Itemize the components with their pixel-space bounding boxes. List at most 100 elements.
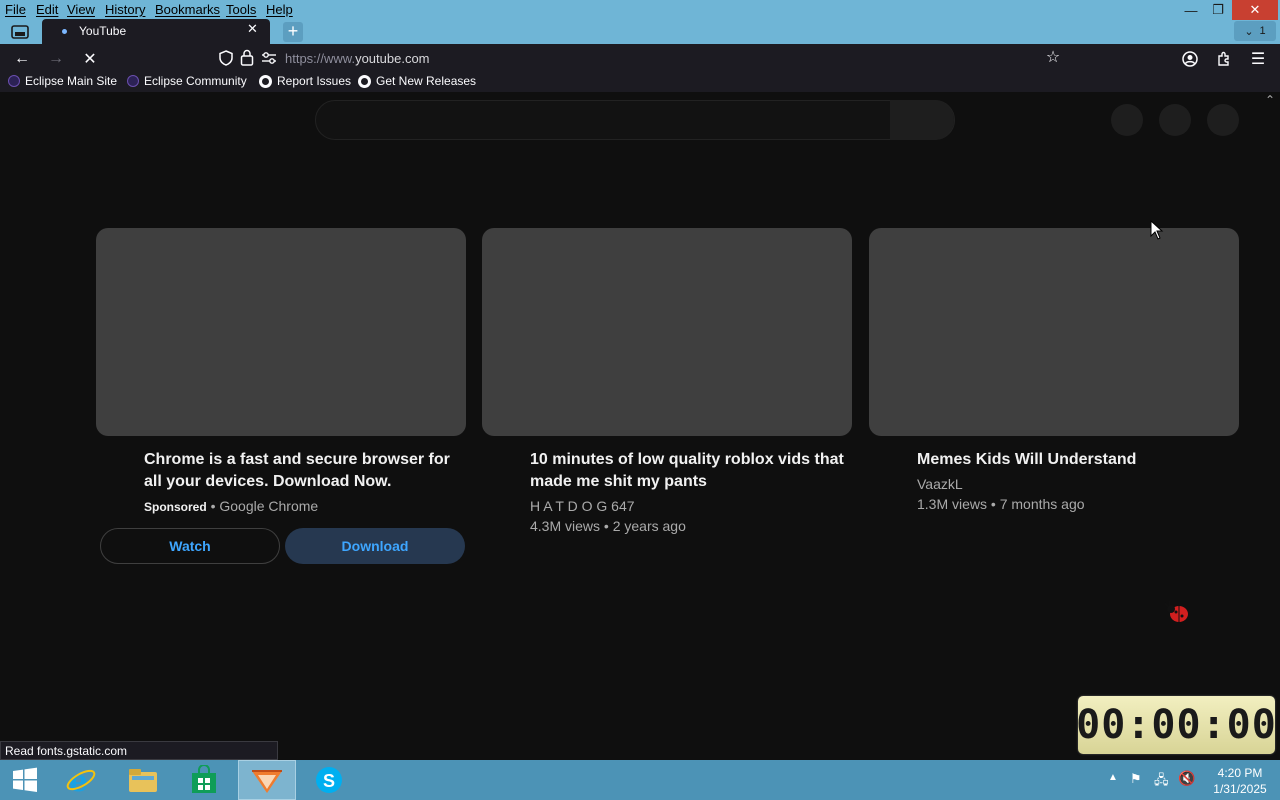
restore-button[interactable]: ❐	[1204, 0, 1232, 20]
taskbar: e S ▲ ⚑ 🖧 🔇 4:20 PM 1/31/2025	[0, 760, 1280, 800]
desktop-clock-widget[interactable]: 00:00:00	[1076, 696, 1276, 754]
video-thumbnail[interactable]	[869, 228, 1239, 436]
url-host: youtube.com	[355, 51, 430, 66]
permissions-icon[interactable]	[261, 51, 277, 65]
video-meta: 1.3M views • 7 months ago	[917, 496, 1085, 512]
video-title[interactable]: Memes Kids Will Understand	[917, 449, 1237, 471]
forward-button[interactable]: →	[44, 48, 68, 70]
taskbar-browser[interactable]	[238, 760, 296, 800]
video-title[interactable]: 10 minutes of low quality roblox vids th…	[530, 449, 850, 493]
menu-bookmarks[interactable]: Bookmarks	[155, 2, 220, 17]
menu-history[interactable]: History	[105, 2, 145, 17]
action-center-flag-icon[interactable]: ⚑	[1130, 771, 1142, 787]
watch-button[interactable]: Watch	[100, 528, 280, 564]
eclipse-icon	[127, 75, 139, 87]
minimize-icon: —	[1184, 2, 1198, 18]
network-icon[interactable]: 🖧	[1154, 771, 1169, 793]
ladybug-icon	[1164, 600, 1188, 622]
hamburger-icon: ☰	[1250, 51, 1266, 68]
internet-explorer-icon: e	[66, 764, 96, 796]
eclipse-icon	[8, 75, 20, 87]
bookmark-eclipse-community[interactable]: Eclipse Community	[127, 74, 247, 88]
restore-icon: ❐	[1212, 2, 1224, 17]
navigation-toolbar: ← → ✕ https://www.youtube.com ☆ ☰	[0, 44, 1280, 72]
menu-edit[interactable]: Edit	[36, 2, 58, 17]
back-button[interactable]: ←	[10, 48, 34, 70]
arrow-left-icon: ←	[14, 50, 30, 67]
bookmark-eclipse-main[interactable]: Eclipse Main Site	[8, 74, 117, 88]
stop-icon: ✕	[83, 51, 97, 68]
account-button[interactable]	[1178, 48, 1202, 70]
svg-text:S: S	[323, 771, 335, 791]
menu-view[interactable]: View	[67, 2, 95, 17]
ad-meta: Sponsored • Google Chrome	[144, 498, 319, 514]
url-bar[interactable]: https://www.youtube.com ☆	[210, 46, 1070, 70]
tray-date: 1/31/2025	[1213, 782, 1267, 796]
download-button[interactable]: Download	[285, 528, 465, 564]
video-channel[interactable]: H A T D O G 647	[530, 496, 635, 516]
account-icon	[1182, 51, 1198, 67]
folder-icon	[129, 769, 157, 792]
video-meta: 4.3M views • 2 years ago	[530, 518, 686, 534]
github-icon	[259, 74, 272, 88]
volume-muted-icon[interactable]: 🔇	[1178, 770, 1195, 787]
new-tab-button[interactable]: +	[283, 22, 303, 42]
sponsored-label: Sponsored	[144, 500, 207, 514]
menu-help[interactable]: Help	[266, 2, 293, 17]
taskbar-file-explorer[interactable]	[114, 760, 172, 800]
menu-tools[interactable]: Tools	[226, 2, 256, 17]
search-button-placeholder	[890, 100, 954, 140]
taskbar-skype[interactable]: S	[300, 760, 358, 800]
taskbar-store[interactable]	[175, 760, 233, 800]
start-button[interactable]	[0, 760, 50, 800]
bookmark-report-issues[interactable]: Report Issues	[259, 74, 351, 88]
window-titlebar: File Edit View History Bookmarks Tools H…	[0, 0, 1280, 44]
video-channel[interactable]: VaazkL	[917, 474, 963, 494]
tab-loading-icon	[62, 29, 67, 34]
puzzle-icon	[1218, 51, 1229, 66]
tray-time: 4:20 PM	[1217, 766, 1263, 780]
url-text[interactable]: https://www.youtube.com	[285, 51, 430, 66]
tab-youtube[interactable]: YouTube ✕	[42, 19, 270, 44]
skype-icon: S	[316, 767, 342, 793]
header-icon-placeholder	[1159, 104, 1191, 136]
browser-app-icon	[252, 770, 282, 793]
ad-title[interactable]: Chrome is a fast and secure browser for …	[144, 449, 454, 493]
extensions-button[interactable]	[1212, 48, 1236, 70]
tray-clock[interactable]: 4:20 PM 1/31/2025	[1208, 765, 1272, 797]
video-thumbnail-ad[interactable]	[96, 228, 466, 436]
lock-icon[interactable]	[240, 49, 254, 66]
tab-title: YouTube	[79, 24, 127, 38]
shield-icon[interactable]	[218, 50, 234, 66]
url-scheme: https://www.	[285, 51, 356, 66]
chevron-down-icon: ⌄	[1244, 25, 1254, 38]
firefox-view-button[interactable]	[5, 21, 35, 43]
close-window-button[interactable]: ✕	[1232, 0, 1278, 20]
github-icon	[358, 74, 371, 88]
tab-close-icon[interactable]: ✕	[247, 21, 258, 37]
avatar-placeholder	[1207, 104, 1239, 136]
mouse-cursor-icon	[1150, 220, 1164, 240]
ad-channel: Google Chrome	[219, 498, 319, 514]
plus-icon: +	[287, 21, 299, 41]
tab-list-button[interactable]: ⌄ 1	[1234, 21, 1276, 41]
menu-file[interactable]: File	[5, 2, 26, 17]
firefox-view-icon	[11, 25, 29, 39]
scroll-up-icon[interactable]: ⌃	[1265, 93, 1275, 107]
stop-button[interactable]: ✕	[78, 48, 102, 70]
bookmark-star-button[interactable]: ☆	[1041, 46, 1065, 68]
tab-count: 1	[1259, 25, 1266, 37]
tray-overflow-icon[interactable]: ▲	[1108, 772, 1118, 783]
status-panel: Read fonts.gstatic.com	[0, 741, 278, 760]
bookmark-get-new-releases[interactable]: Get New Releases	[358, 74, 476, 88]
header-icon-placeholder	[1111, 104, 1143, 136]
bookmarks-toolbar: Eclipse Main Site Eclipse Community Repo…	[0, 72, 1280, 92]
close-icon: ✕	[1249, 2, 1261, 17]
minimize-button[interactable]: —	[1178, 0, 1204, 20]
app-menu-button[interactable]: ☰	[1246, 48, 1270, 70]
star-icon: ☆	[1045, 49, 1061, 66]
search-placeholder	[315, 100, 955, 140]
arrow-right-icon: →	[48, 50, 64, 67]
video-thumbnail[interactable]	[482, 228, 852, 436]
taskbar-internet-explorer[interactable]: e	[52, 760, 110, 800]
